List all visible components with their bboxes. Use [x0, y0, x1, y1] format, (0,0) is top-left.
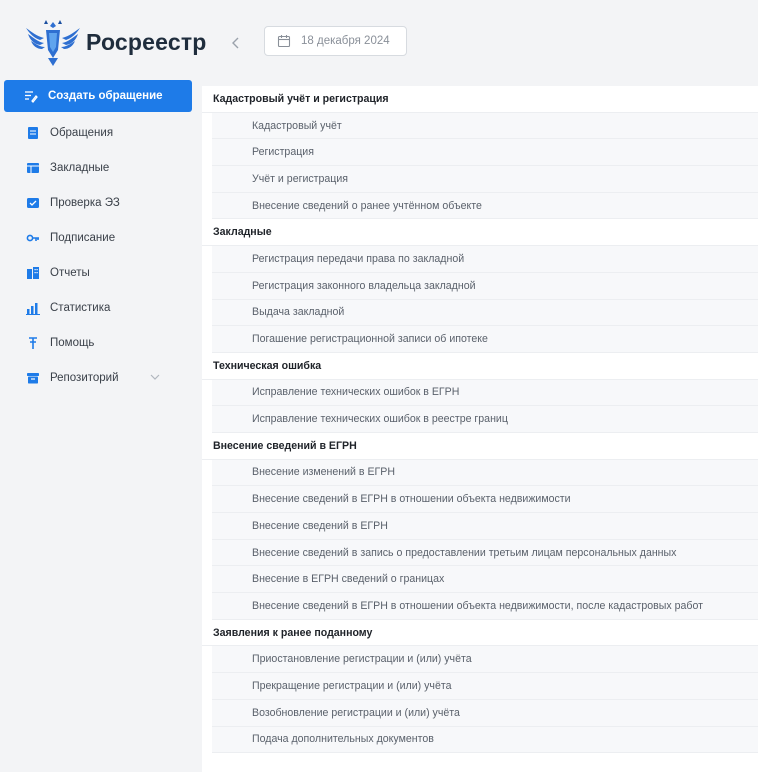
sidebar: Создать обращение Обращения Закладные Пр…	[0, 80, 196, 395]
category-header: Закладные	[202, 219, 758, 247]
request-type-list: Кадастровый учёт и регистрация Кадастров…	[202, 86, 758, 772]
list-item[interactable]: Кадастровый учёт	[212, 112, 758, 140]
sidebar-item-statistics[interactable]: Статистика	[2, 290, 196, 325]
list-item[interactable]: Прекращение регистрации и (или) учёта	[212, 673, 758, 700]
key-icon	[26, 231, 40, 245]
list-item[interactable]: Исправление технических ошибок в реестре…	[212, 406, 758, 433]
list-item[interactable]: Регистрация законного владельца закладно…	[212, 272, 758, 300]
list-item[interactable]: Выдача закладной	[212, 299, 758, 327]
logo-text: Росреестр	[86, 28, 207, 55]
list-item[interactable]: Внесение сведений в запись о предоставле…	[212, 539, 758, 567]
list-item[interactable]: Внесение сведений в ЕГРН в отношении объ…	[212, 486, 758, 513]
list-item[interactable]: Исправление технических ошибок в ЕГРН	[212, 379, 758, 407]
category-header: Заявления к ранее поданному	[202, 619, 758, 647]
list-item[interactable]: Погашение регистрационной записи об ипот…	[212, 326, 758, 353]
sidebar-item-label: Отчеты	[50, 266, 90, 279]
sidebar-item-mortgages[interactable]: Закладные	[2, 150, 196, 185]
building-icon	[26, 266, 40, 280]
archive-icon	[26, 371, 40, 385]
chevron-down-icon[interactable]	[149, 371, 161, 383]
sidebar-item-label: Обращения	[50, 126, 114, 139]
check-card-icon	[26, 196, 40, 210]
category-header: Техническая ошибка	[202, 352, 758, 380]
sidebar-item-label: Подписание	[50, 231, 116, 244]
bar-chart-icon	[26, 301, 40, 315]
list-item[interactable]: Приостановление регистрации и (или) учёт…	[212, 646, 758, 674]
sidebar-item-label: Статистика	[50, 301, 111, 314]
sidebar-item-reports[interactable]: Отчеты	[2, 255, 196, 290]
chevron-left-icon	[232, 37, 239, 49]
eagle-emblem-icon	[26, 20, 80, 66]
sidebar-item-label: Закладные	[50, 161, 110, 174]
edit-list-icon	[24, 89, 38, 103]
category-header: Внесение сведений в ЕГРН	[202, 432, 758, 460]
sidebar-item-signing[interactable]: Подписание	[2, 220, 196, 255]
list-item[interactable]: Возобновление регистрации и (или) учёта	[212, 699, 758, 727]
sidebar-item-label: Репозиторий	[50, 371, 119, 384]
list-item[interactable]: Регистрация передачи права по закладной	[212, 246, 758, 273]
list-item[interactable]: Внесение сведений о ранее учтённом объек…	[212, 192, 758, 220]
list-item[interactable]: Подача дополнительных документов	[212, 726, 758, 754]
sidebar-item-requests[interactable]: Обращения	[2, 115, 196, 150]
rosreestr-logo[interactable]: Росреестр	[22, 12, 207, 72]
list-item[interactable]: Регистрация	[212, 139, 758, 167]
calendar-icon	[277, 35, 291, 48]
date-value: 18 декабря 2024	[301, 35, 390, 47]
sidebar-item-create-request[interactable]: Создать обращение	[4, 80, 192, 112]
sidebar-item-help[interactable]: Помощь	[2, 325, 196, 360]
list-item[interactable]: Внесение в ЕГРН сведений о границах	[212, 566, 758, 594]
document-icon	[26, 126, 40, 140]
sidebar-item-label: Проверка ЭЗ	[50, 196, 120, 209]
sidebar-item-label: Создать обращение	[48, 90, 163, 102]
sidebar-item-label: Помощь	[50, 336, 95, 349]
sidebar-item-repository[interactable]: Репозиторий	[2, 360, 196, 395]
previous-date-button[interactable]	[226, 31, 246, 55]
list-item[interactable]: Внесение сведений в ЕГРН в отношении объ…	[212, 593, 758, 620]
table-icon	[26, 161, 40, 175]
list-item[interactable]: Учёт и регистрация	[212, 166, 758, 193]
help-pin-icon	[26, 336, 40, 350]
list-item[interactable]: Внесение изменений в ЕГРН	[212, 459, 758, 487]
sidebar-item-ez-check[interactable]: Проверка ЭЗ	[2, 185, 196, 220]
category-header: Кадастровый учёт и регистрация	[202, 86, 758, 113]
list-item[interactable]: Внесение сведений в ЕГРН	[212, 513, 758, 540]
date-picker[interactable]: 18 декабря 2024	[264, 26, 407, 56]
